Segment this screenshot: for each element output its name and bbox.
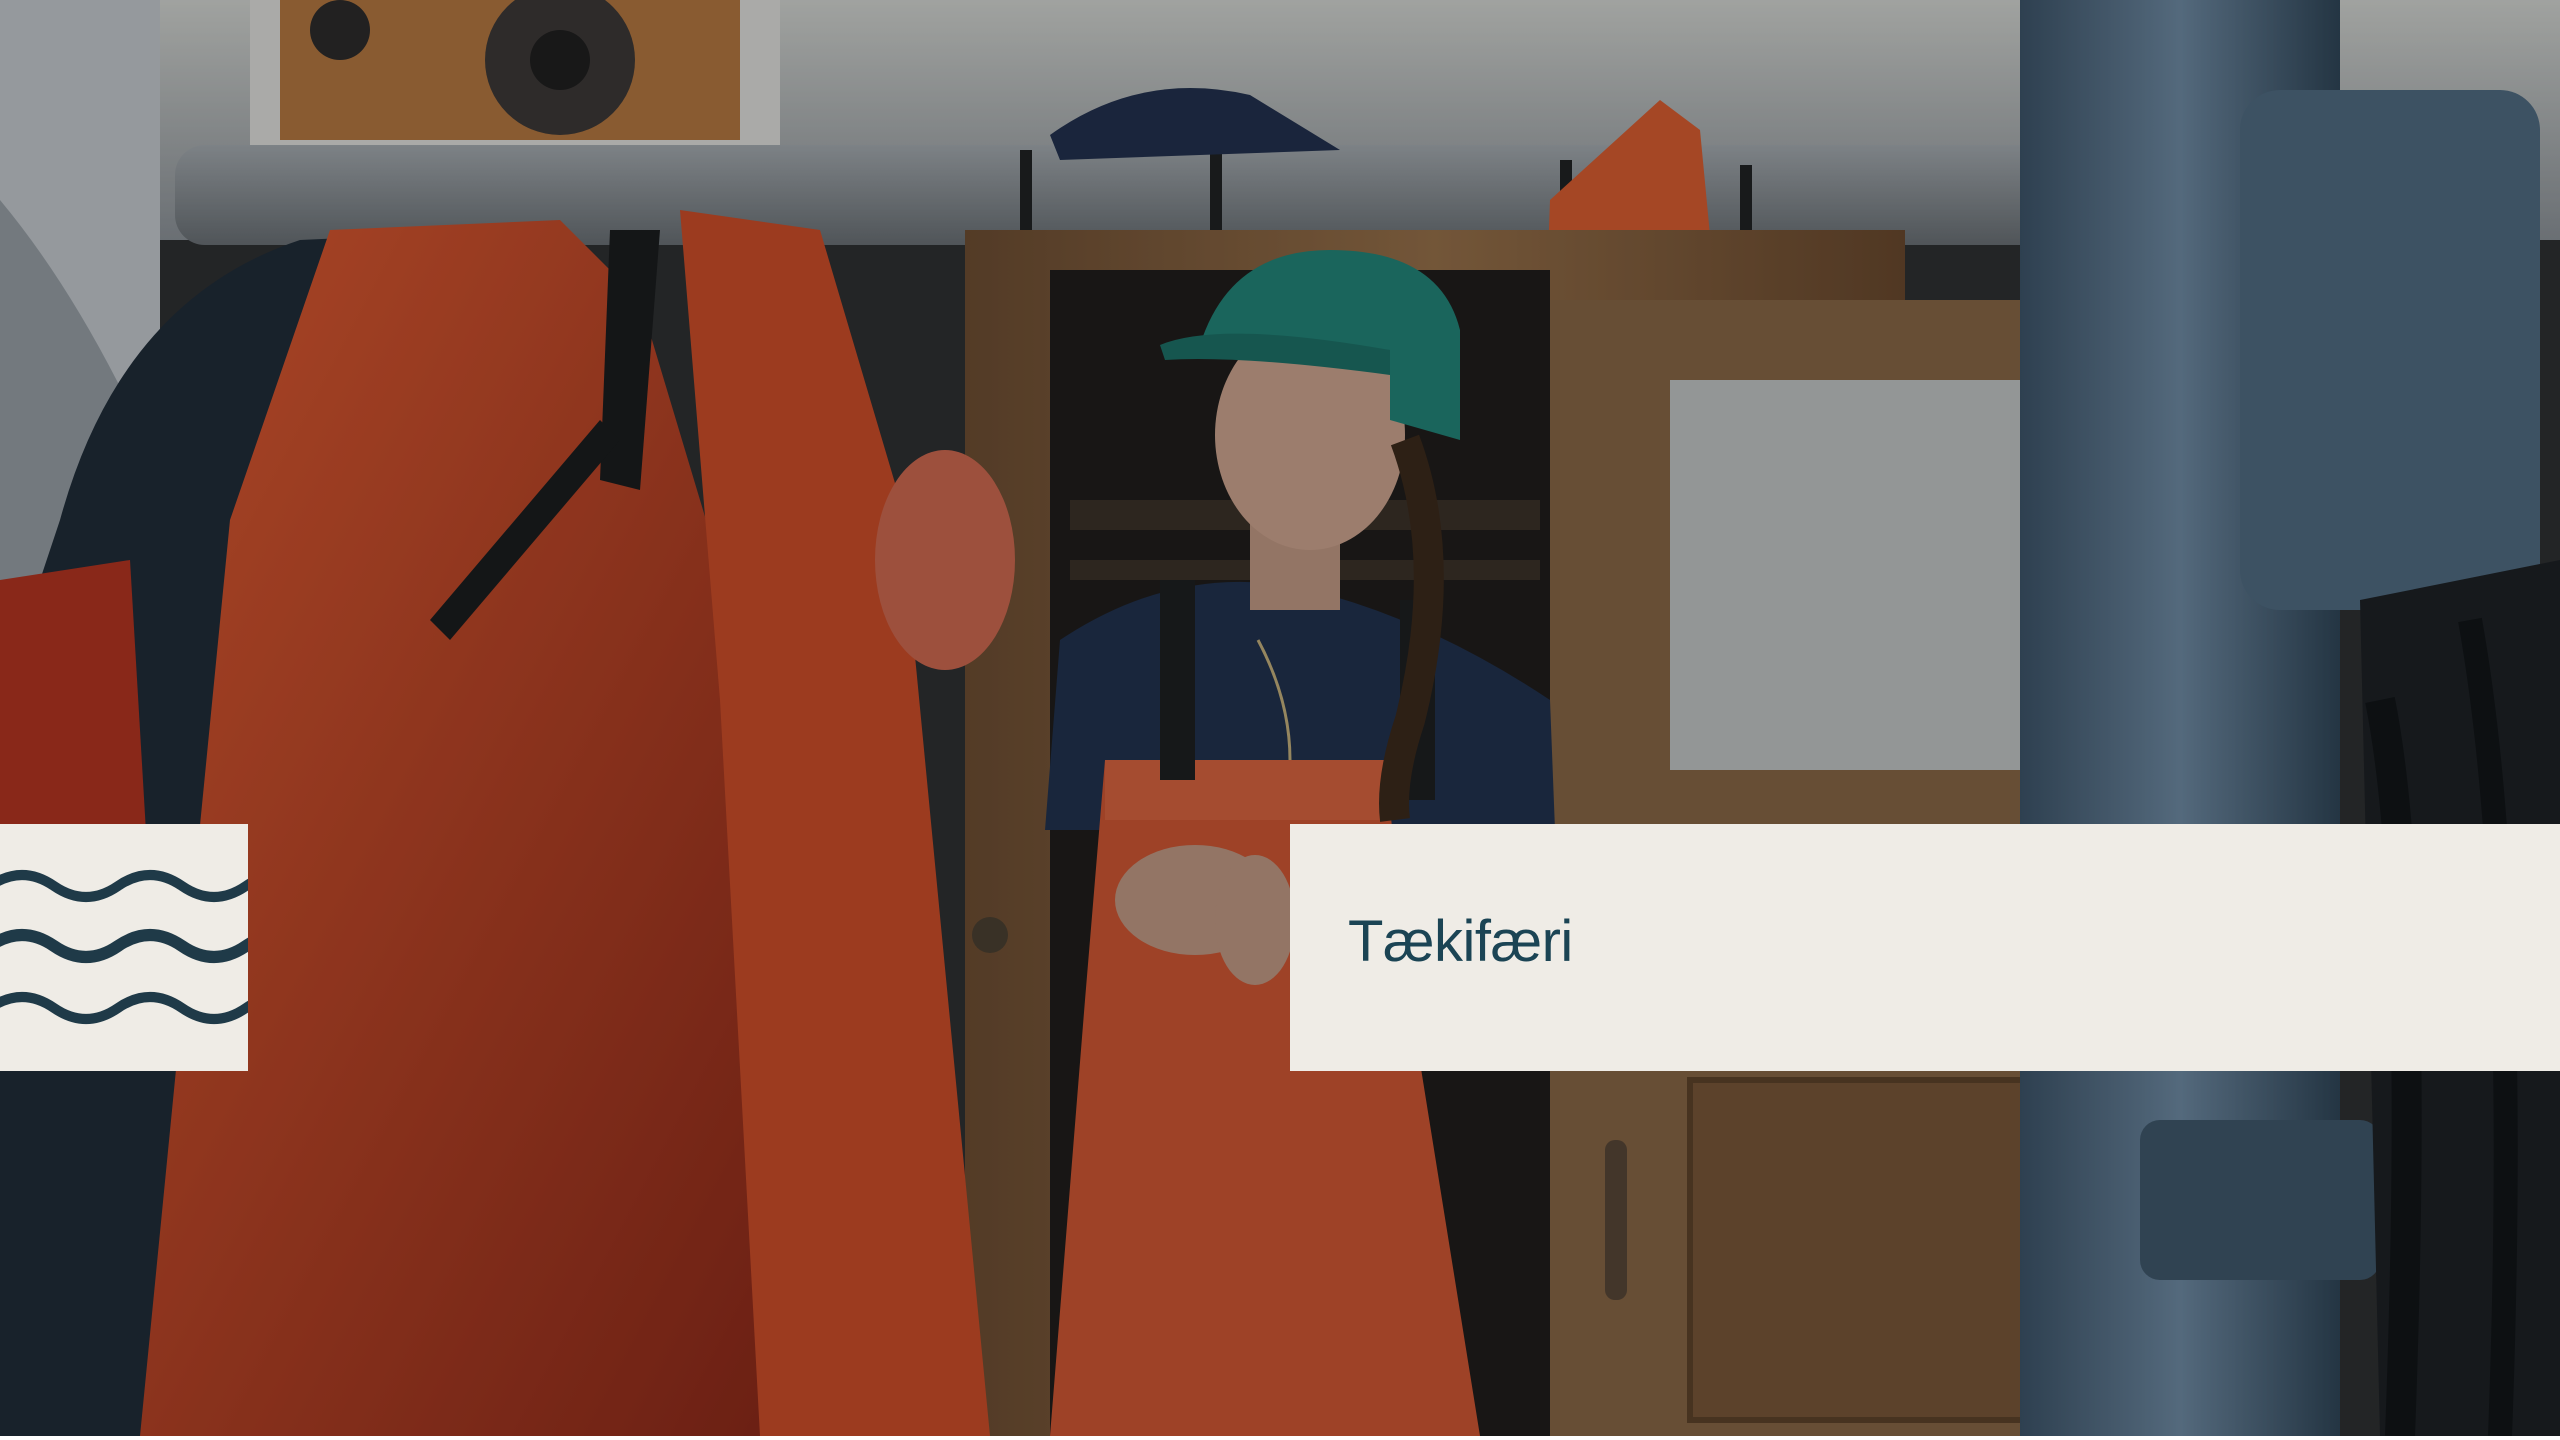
wave-line-1 <box>0 870 248 902</box>
bottom-edge <box>0 1436 2560 1440</box>
background-photo <box>0 0 2560 1436</box>
wave-badge <box>0 824 248 1071</box>
wave-icon <box>0 870 248 1024</box>
wave-line-2 <box>0 929 248 963</box>
slide-title: Tækifæri <box>1348 909 1573 974</box>
wave-line-3 <box>0 992 248 1024</box>
title-banner: Tækifæri <box>1290 824 2560 1071</box>
photo-illustration <box>0 0 2560 1436</box>
slide: Tækifæri <box>0 0 2560 1440</box>
